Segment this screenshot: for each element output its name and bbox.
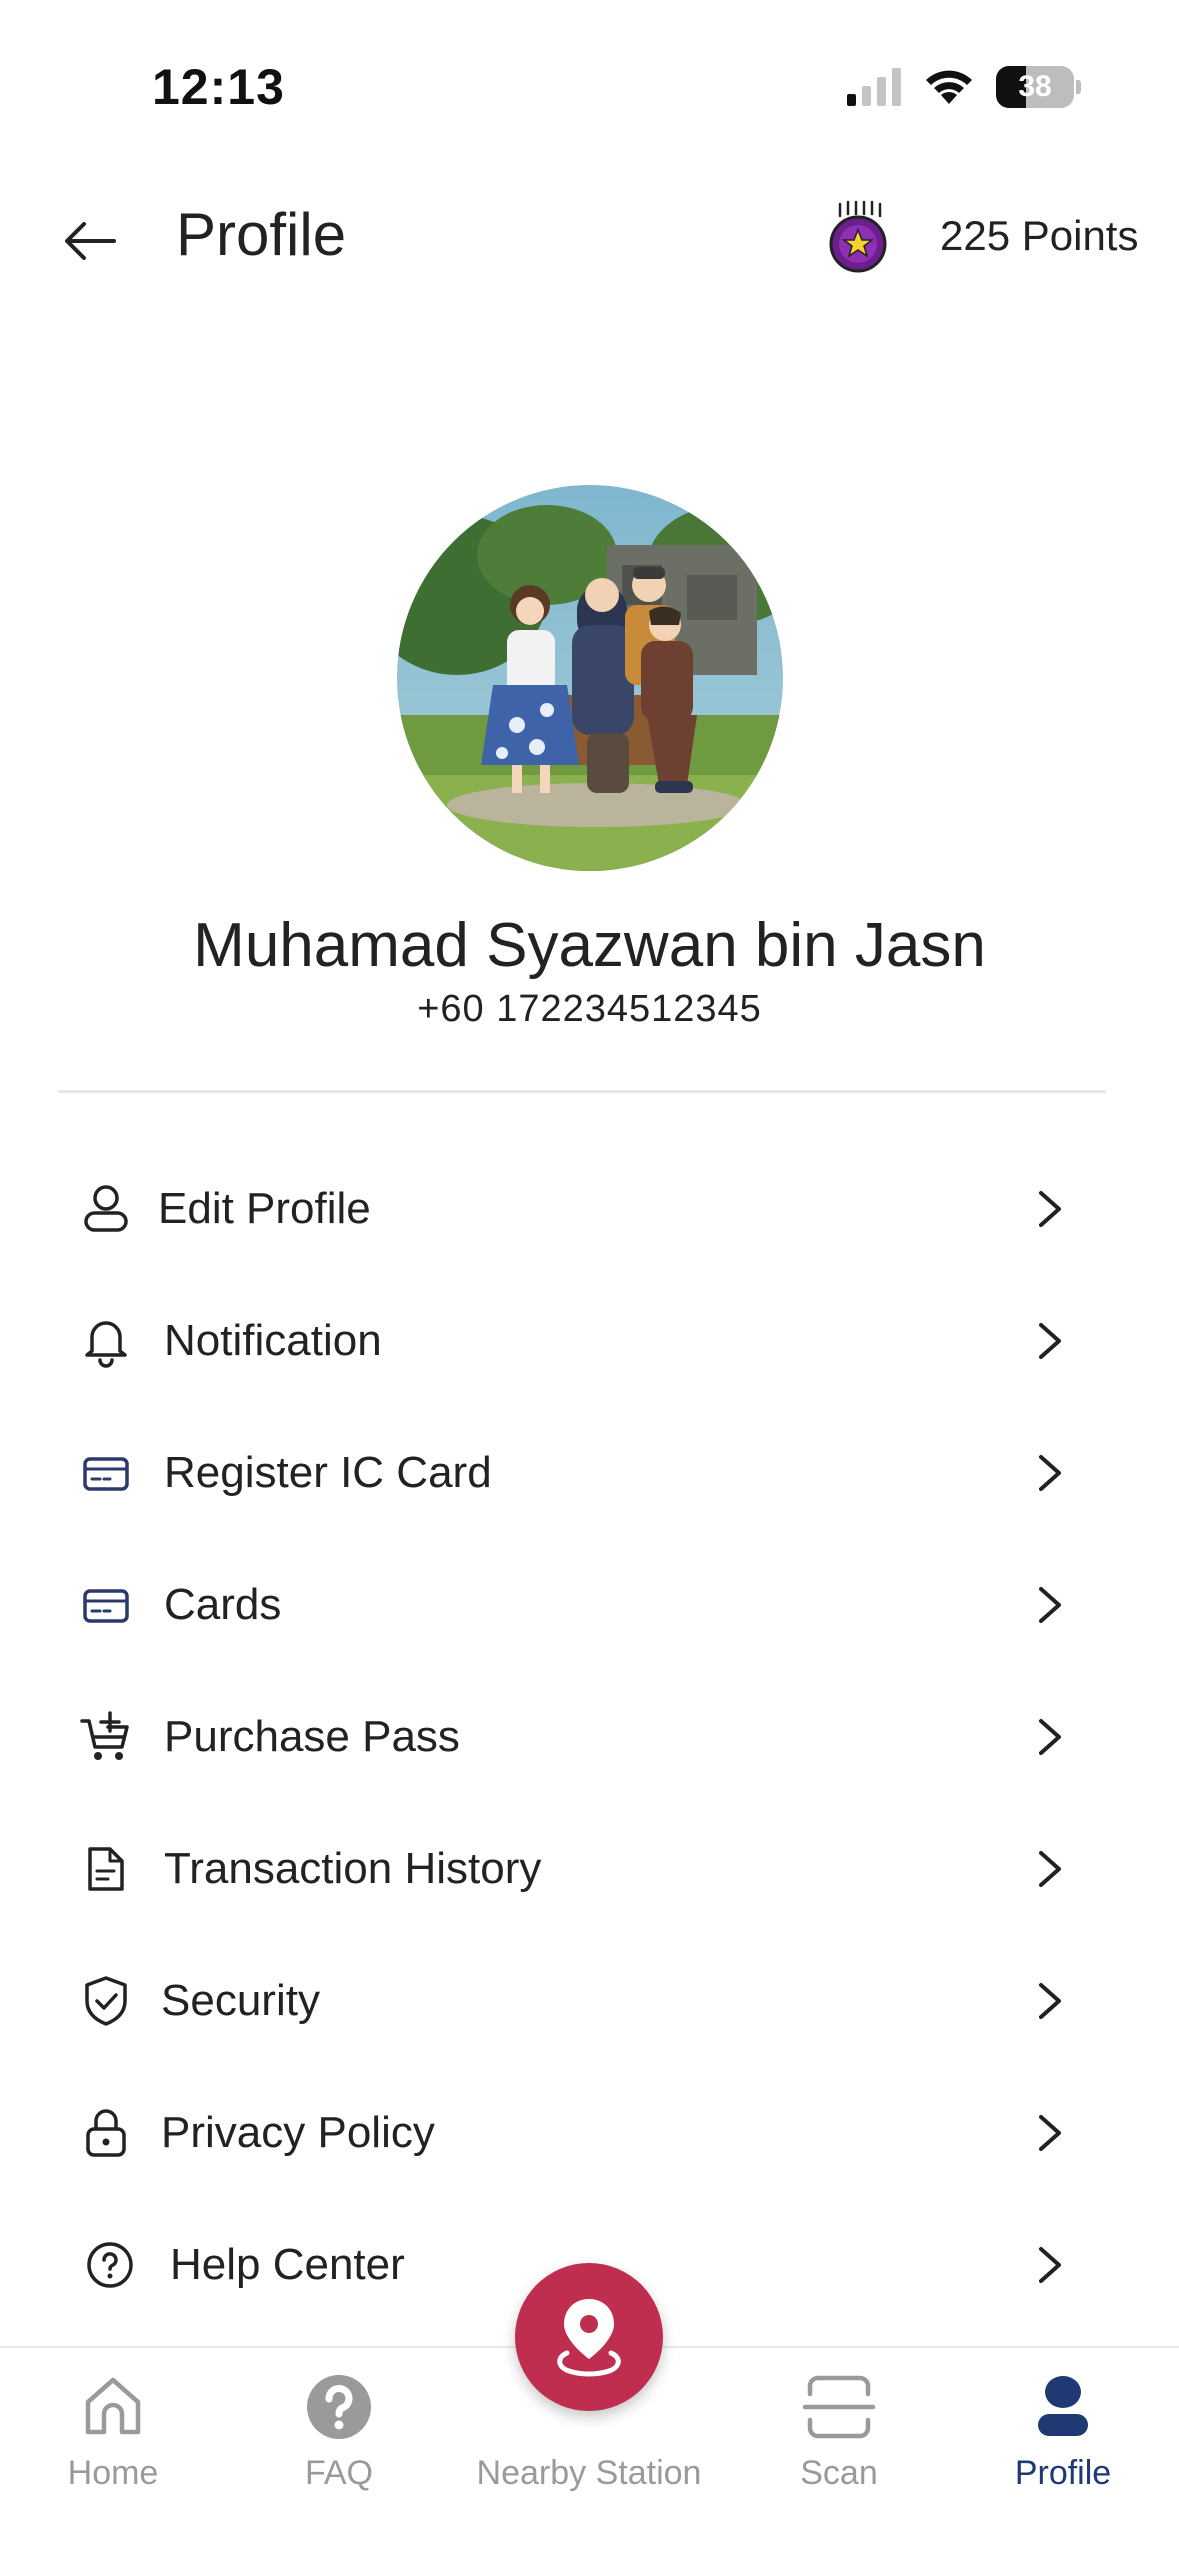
- chevron-right-icon: [1039, 1719, 1061, 1755]
- shield-check-icon: [85, 1976, 127, 2026]
- battery-percent: 38: [1018, 70, 1052, 103]
- menu-item-privacy-policy[interactable]: Privacy Policy: [0, 2067, 1179, 2199]
- chevron-right-icon: [1039, 2247, 1061, 2283]
- nav-label: Nearby Station: [476, 2454, 702, 2492]
- nav-faq[interactable]: FAQ: [266, 2348, 412, 2508]
- nearby-station-button[interactable]: [515, 2263, 663, 2411]
- chevron-right-icon: [1039, 1455, 1061, 1491]
- menu-item-purchase-pass[interactable]: Purchase Pass: [0, 1671, 1179, 1803]
- person-icon: [1038, 2376, 1088, 2436]
- status-time: 12:13: [152, 59, 285, 115]
- wifi-icon: [926, 70, 972, 104]
- battery-body: 38: [996, 66, 1074, 108]
- document-icon: [88, 1847, 124, 1891]
- menu-label: Purchase Pass: [164, 1712, 460, 1761]
- points-balance[interactable]: 225 Points: [940, 212, 1138, 260]
- question-icon: [307, 2375, 371, 2439]
- nav-home[interactable]: Home: [40, 2348, 186, 2508]
- chevron-right-icon: [1039, 1191, 1061, 1227]
- user-icon: [84, 1185, 128, 1232]
- menu-item-security[interactable]: Security: [0, 1935, 1179, 2067]
- lock-icon: [86, 2109, 126, 2157]
- profile-menu: Edit Profile Notification Register IC Ca…: [0, 1143, 1179, 2331]
- menu-label: Register IC Card: [164, 1448, 492, 1497]
- scan-icon: [802, 2375, 876, 2439]
- nav-scan[interactable]: Scan: [766, 2348, 912, 2508]
- chevron-right-icon: [1039, 1983, 1061, 2019]
- chevron-right-icon: [1039, 1323, 1061, 1359]
- chevron-right-icon: [1039, 1851, 1061, 1887]
- bell-icon: [85, 1321, 127, 1368]
- nav-label: Profile: [1014, 2454, 1112, 2492]
- profile-screen: 12:13 38 Profile 225 Points Muhamad Syaz…: [0, 0, 1179, 2556]
- menu-item-transaction-history[interactable]: Transaction History: [0, 1803, 1179, 1935]
- cellular-signal-icon: [847, 68, 901, 106]
- nav-label: Scan: [800, 2454, 878, 2492]
- back-arrow-icon[interactable]: [58, 208, 124, 274]
- user-phone: +60 172234512345: [417, 988, 762, 1030]
- nav-label: FAQ: [304, 2454, 374, 2492]
- menu-item-notification[interactable]: Notification: [0, 1275, 1179, 1407]
- menu-item-cards[interactable]: Cards: [0, 1539, 1179, 1671]
- menu-label: Edit Profile: [158, 1184, 371, 1233]
- card-icon: [83, 1457, 129, 1491]
- battery-nub: [1076, 80, 1081, 94]
- chevron-right-icon: [1039, 1587, 1061, 1623]
- user-name: Muhamad Syazwan bin Jasn: [193, 911, 986, 980]
- chevron-right-icon: [1039, 2115, 1061, 2151]
- menu-item-edit-profile[interactable]: Edit Profile: [0, 1143, 1179, 1275]
- nav-label: Home: [67, 2454, 159, 2492]
- nav-profile[interactable]: Profile: [990, 2348, 1136, 2508]
- card-icon: [83, 1589, 129, 1623]
- menu-label: Security: [161, 1976, 320, 2025]
- menu-label: Notification: [164, 1316, 382, 1365]
- cart-add-icon: [80, 1711, 129, 1760]
- home-icon: [85, 2377, 141, 2435]
- menu-label: Cards: [164, 1580, 282, 1629]
- page-title: Profile: [176, 201, 347, 268]
- menu-item-register-ic-card[interactable]: Register IC Card: [0, 1407, 1179, 1539]
- star-medal-icon[interactable]: [826, 200, 890, 274]
- menu-label: Transaction History: [164, 1844, 542, 1893]
- avatar[interactable]: [397, 485, 783, 871]
- menu-label: Help Center: [170, 2240, 405, 2289]
- menu-label: Privacy Policy: [161, 2108, 435, 2157]
- avatar-image: [397, 485, 783, 871]
- battery-indicator: 38: [996, 66, 1082, 108]
- help-circle-icon: [87, 2242, 133, 2288]
- map-pin-icon: [557, 2299, 621, 2377]
- divider: [58, 1090, 1106, 1093]
